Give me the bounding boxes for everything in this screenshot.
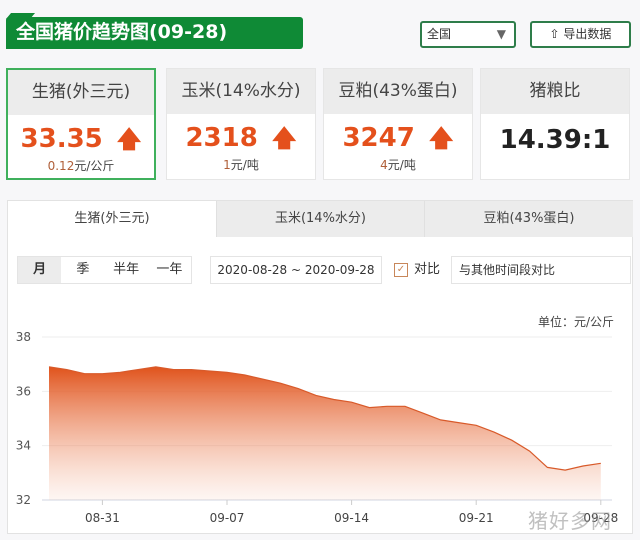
x-tick-label: 08-31 bbox=[85, 511, 120, 525]
price-area-chart: 3836343208-31 09-07 09-14 09-21 09-28 bbox=[16, 330, 619, 525]
y-tick-label: 34 bbox=[16, 439, 31, 453]
x-tick-label: 09-21 bbox=[459, 511, 494, 525]
y-tick-label: 36 bbox=[16, 384, 31, 398]
y-tick-label: 38 bbox=[16, 330, 31, 344]
x-tick-label: 09-14 bbox=[334, 511, 369, 525]
area-fill bbox=[49, 366, 601, 500]
watermark: 猪好多网 bbox=[528, 509, 612, 533]
x-tick-label: 09-07 bbox=[210, 511, 245, 525]
y-tick-label: 32 bbox=[16, 493, 31, 507]
